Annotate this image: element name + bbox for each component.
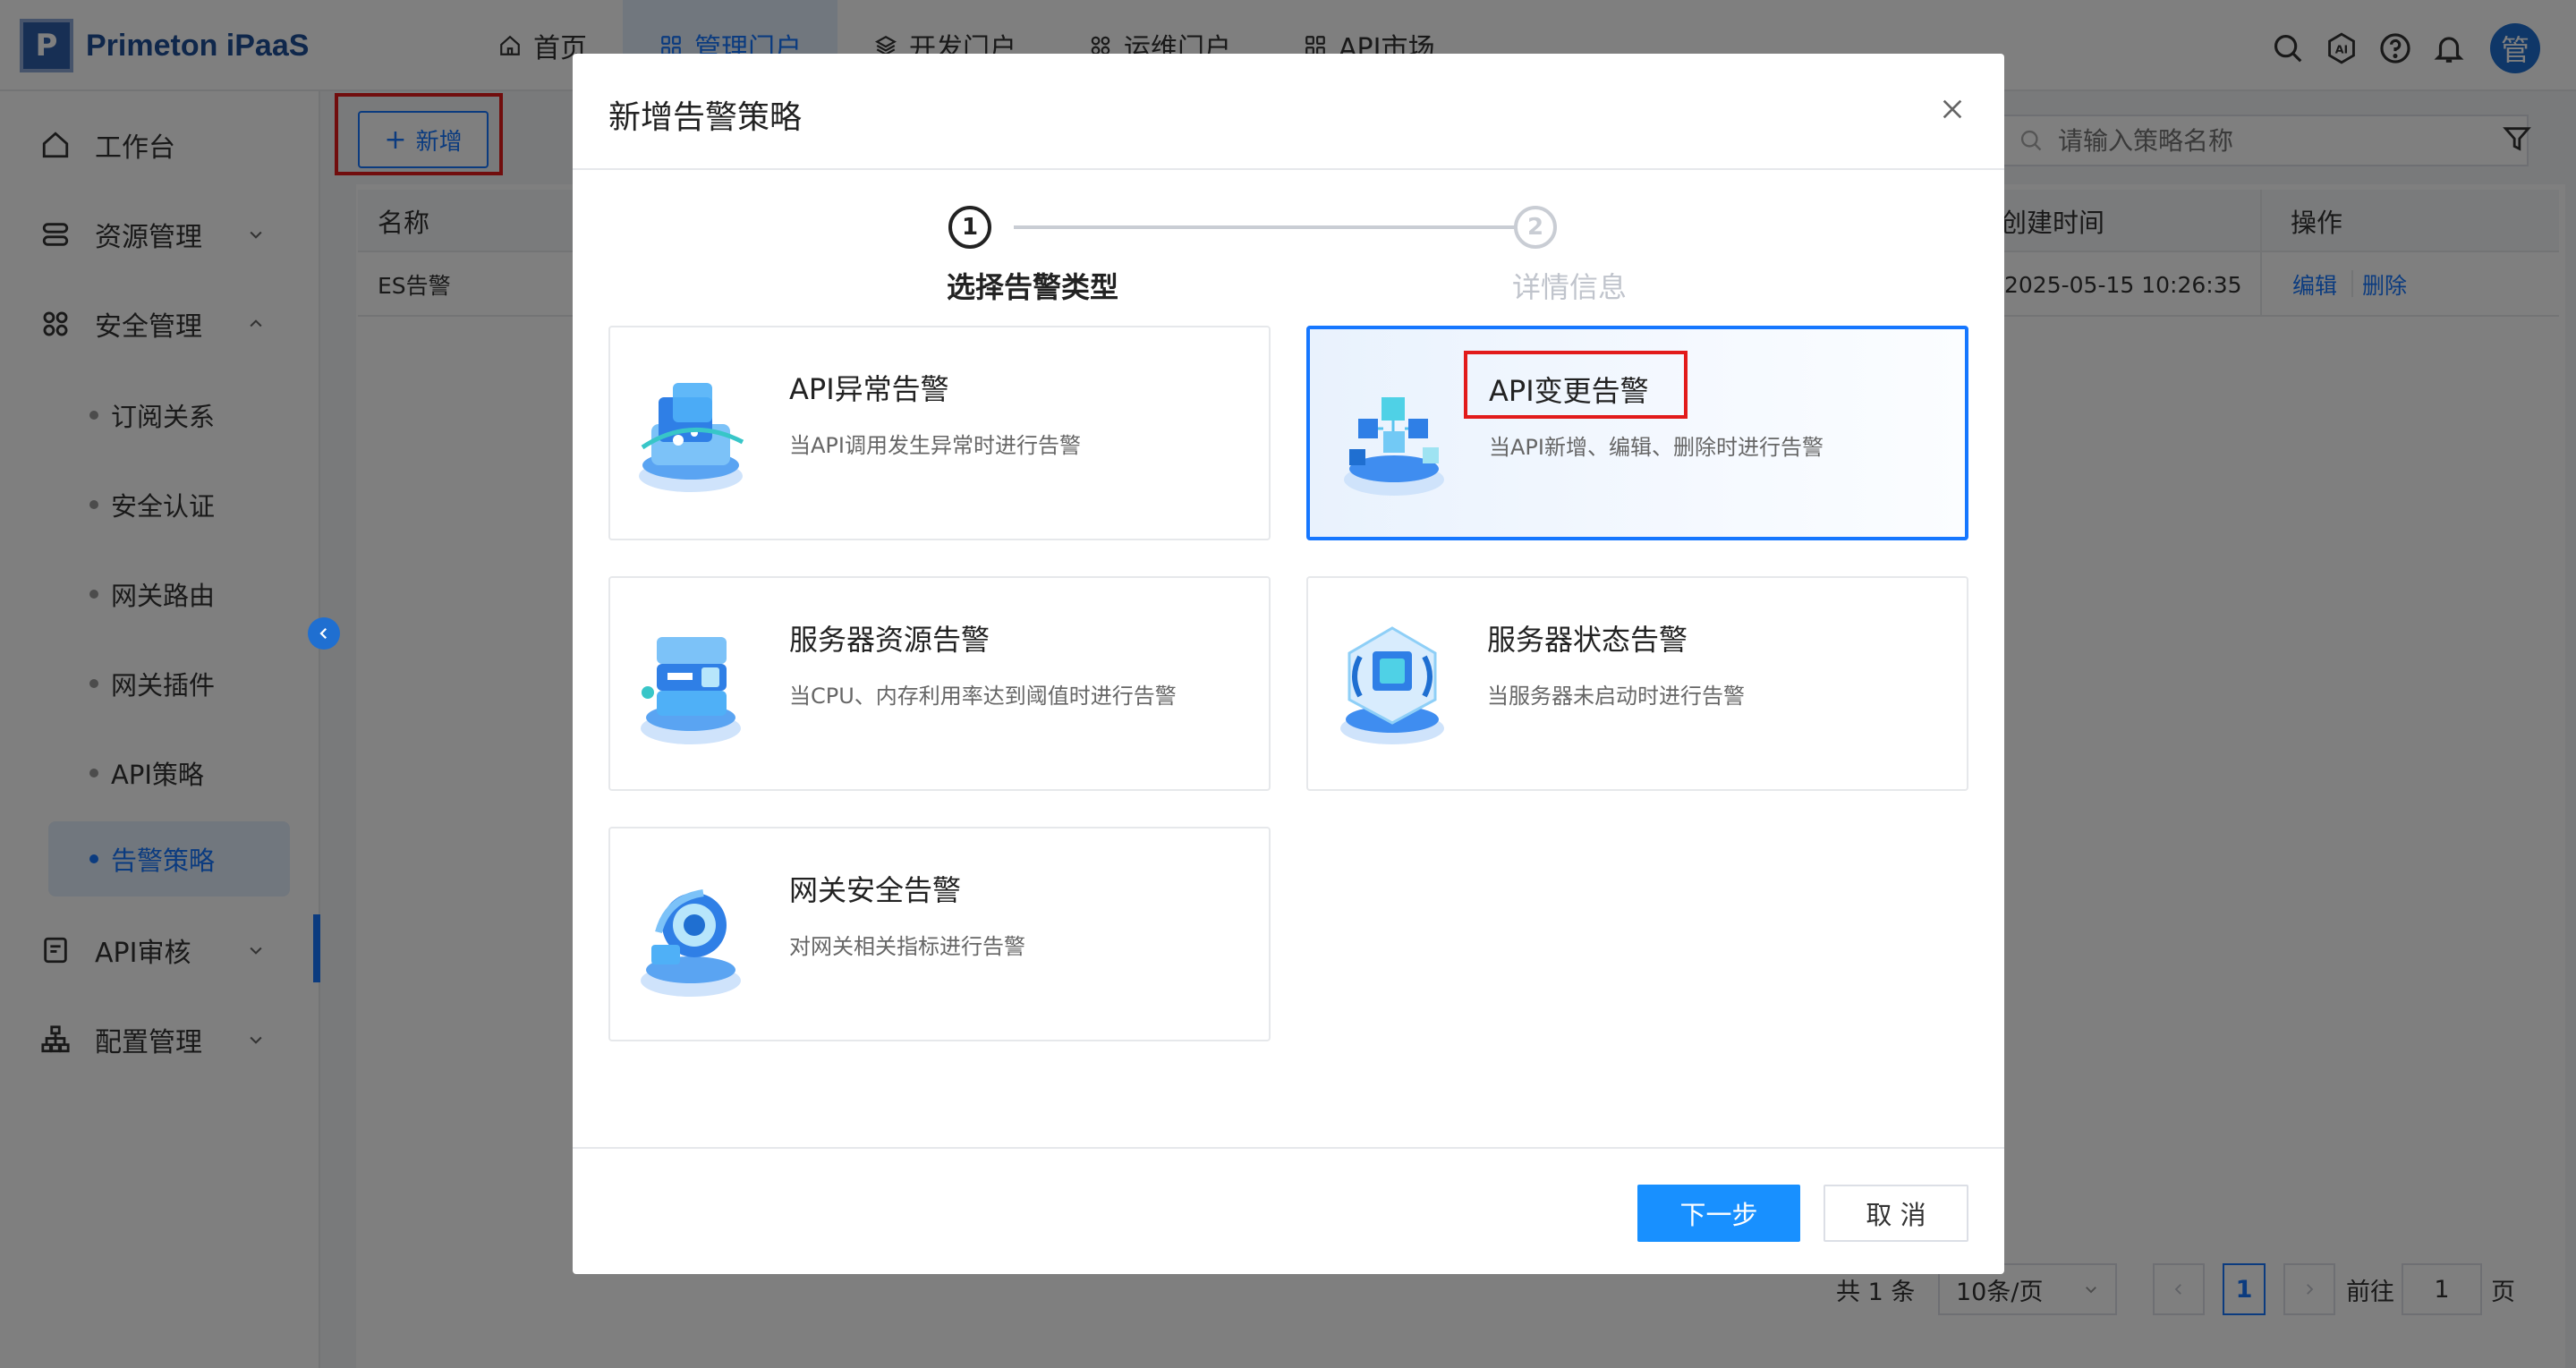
card-description: 对网关相关指标进行告警 xyxy=(789,934,1025,959)
card-description: 当API调用发生异常时进行告警 xyxy=(789,433,1081,458)
step-connector xyxy=(1014,225,1515,229)
api-exception-illustration-icon xyxy=(639,383,744,492)
close-icon xyxy=(1943,99,1962,119)
sidebar-collapse-button[interactable] xyxy=(308,617,340,650)
close-button[interactable] xyxy=(1934,91,1970,127)
card-title: API异常告警 xyxy=(789,372,949,406)
gateway-security-illustration-icon xyxy=(641,889,741,997)
step-2-label: 详情信息 xyxy=(1512,270,1628,304)
dialog-header: 新增告警策略 xyxy=(573,54,2004,170)
step-2-indicator: 2 xyxy=(1514,206,1557,249)
dialog-title: 新增告警策略 xyxy=(608,99,803,136)
next-step-button[interactable]: 下一步 xyxy=(1637,1185,1800,1242)
server-resource-illustration-icon xyxy=(641,637,741,744)
card-title: 服务器资源告警 xyxy=(789,623,990,657)
step-1-label: 选择告警类型 xyxy=(947,270,1119,304)
card-description: 当服务器未启动时进行告警 xyxy=(1487,684,1745,709)
alert-type-card-server-resource[interactable]: 服务器资源告警 当CPU、内存利用率达到阈值时进行告警 xyxy=(608,576,1271,791)
card-title: 网关安全告警 xyxy=(789,873,962,907)
card-description: 当CPU、内存利用率达到阈值时进行告警 xyxy=(789,684,1177,709)
card-title: API变更告警 xyxy=(1489,374,1649,408)
card-title: 服务器状态告警 xyxy=(1487,623,1688,657)
card-description: 当API新增、编辑、删除时进行告警 xyxy=(1489,435,1824,460)
api-change-illustration-icon xyxy=(1344,397,1444,496)
server-status-illustration-icon xyxy=(1340,626,1444,744)
alert-type-card-gateway-security[interactable]: 网关安全告警 对网关相关指标进行告警 xyxy=(608,827,1271,1041)
alert-type-card-server-status[interactable]: 服务器状态告警 当服务器未启动时进行告警 xyxy=(1306,576,1968,791)
cancel-button[interactable]: 取 消 xyxy=(1824,1185,1968,1242)
alert-type-card-api-exception[interactable]: API异常告警 当API调用发生异常时进行告警 xyxy=(608,326,1271,540)
chevron-left-icon xyxy=(319,627,327,640)
alert-type-card-api-change[interactable]: API变更告警 当API新增、编辑、删除时进行告警 xyxy=(1306,326,1968,540)
step-1-indicator: 1 xyxy=(948,206,991,249)
